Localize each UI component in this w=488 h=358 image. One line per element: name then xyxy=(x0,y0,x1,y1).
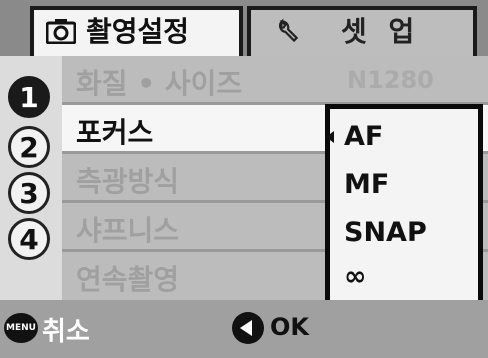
left-arrow-button-icon[interactable] xyxy=(232,312,264,344)
menu-button-icon[interactable]: MENU xyxy=(4,313,38,343)
cancel-label: 취소 xyxy=(42,317,90,347)
camera-icon xyxy=(46,19,76,44)
tab-shooting-settings[interactable]: 촬영설정 xyxy=(30,6,243,56)
tab-label: 셋 업 xyxy=(341,15,421,48)
bottom-bar: MENU 취소 OK xyxy=(0,300,488,358)
menu-item-label: 화질 • 사이즈 xyxy=(76,67,243,100)
focus-options-popup: AF MF SNAP ∞ xyxy=(325,104,483,312)
page-4-indicator[interactable]: 4 xyxy=(8,218,50,260)
tab-label: 촬영설정 xyxy=(86,15,190,48)
menu-item-label: 측광방식 xyxy=(76,165,180,198)
focus-option-infinity[interactable]: ∞ xyxy=(344,261,367,292)
menu-item-quality-size[interactable]: 화질 • 사이즈 N1280 xyxy=(62,56,488,105)
menu-item-label: 포커스 xyxy=(76,116,154,149)
menu-item-label: 연속촬영 xyxy=(76,263,180,296)
tab-bar: 촬영설정 셋 업 xyxy=(0,0,488,56)
left-arrow-icon xyxy=(240,320,252,336)
page-2-indicator[interactable]: 2 xyxy=(8,126,50,168)
ok-label: OK xyxy=(270,313,309,341)
menu-item-value: N1280 xyxy=(347,66,434,94)
wrench-icon xyxy=(279,18,299,43)
selection-arrow-icon xyxy=(326,131,334,143)
page-3-indicator[interactable]: 3 xyxy=(8,172,50,214)
focus-option-af[interactable]: AF xyxy=(344,121,383,152)
menu-item-label: 샤프니스 xyxy=(76,214,180,247)
camera-menu-screen: 촬영설정 셋 업 1 2 3 4 화질 • 사이즈 N1280 포커스 측광방식… xyxy=(0,0,488,358)
page-indicator: 1 2 3 4 xyxy=(0,56,62,300)
page-1-indicator[interactable]: 1 xyxy=(8,76,50,118)
focus-option-mf[interactable]: MF xyxy=(344,169,389,200)
focus-option-snap[interactable]: SNAP xyxy=(344,217,427,248)
tab-setup[interactable]: 셋 업 xyxy=(247,6,477,56)
